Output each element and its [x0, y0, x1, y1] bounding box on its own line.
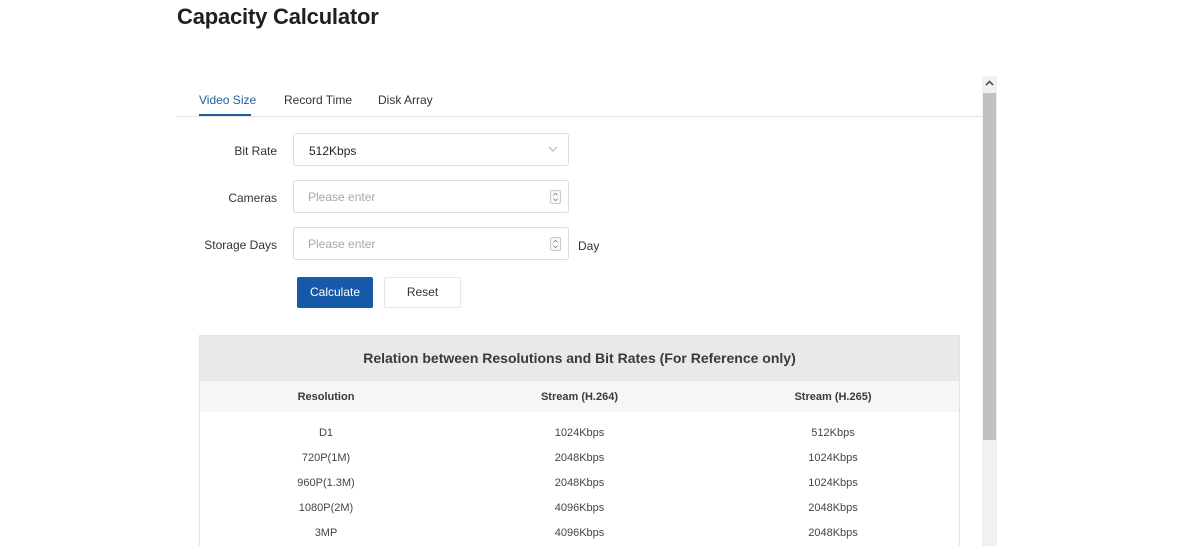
cameras-field: [293, 180, 569, 213]
resolution-cell: 3MP: [314, 527, 338, 539]
active-tab-indicator: [199, 114, 251, 116]
reference-table-header: Resolution Stream (H.264) Stream (H.265): [200, 381, 959, 412]
bit-rate-label: Bit Rate: [234, 144, 277, 158]
bit-rate-value: 512Kbps: [309, 144, 357, 158]
storage-days-label: Storage Days: [204, 238, 277, 252]
table-row: 960P(1.3M) 2048Kbps 1024Kbps: [200, 472, 959, 497]
scrollbar-thumb[interactable]: [983, 93, 996, 440]
h265-cell: 2048Kbps: [808, 502, 858, 514]
h265-cell: 512Kbps: [811, 427, 855, 439]
column-header-resolution: Resolution: [297, 391, 355, 403]
h265-cell: 1024Kbps: [808, 477, 858, 489]
stepper-icon[interactable]: [550, 237, 561, 251]
h264-cell: 4096Kbps: [554, 527, 605, 539]
h265-cell: 2048Kbps: [808, 527, 858, 539]
reference-table-title: Relation between Resolutions and Bit Rat…: [200, 336, 959, 381]
h264-cell: 1024Kbps: [554, 427, 605, 439]
resolution-cell: 1080P(2M): [298, 502, 354, 514]
table-row: D1 1024Kbps 512Kbps: [200, 422, 959, 447]
bit-rate-select[interactable]: 512Kbps: [293, 133, 569, 166]
table-row: 1080P(2M) 4096Kbps 2048Kbps: [200, 497, 959, 522]
calculate-button[interactable]: Calculate: [297, 277, 373, 308]
storage-days-input[interactable]: [308, 236, 538, 252]
capacity-calculator-page: Capacity Calculator Video Size Record Ti…: [0, 0, 1200, 546]
table-row: 3MP 4096Kbps 2048Kbps: [200, 522, 959, 546]
storage-days-unit: Day: [578, 239, 600, 253]
tab-bar: Video Size Record Time Disk Array: [176, 76, 982, 117]
column-header-h264: Stream (H.264): [540, 391, 619, 403]
resolution-cell: 960P(1.3M): [297, 477, 355, 489]
storage-days-field: [293, 227, 569, 260]
h264-cell: 4096Kbps: [554, 502, 605, 514]
tab-disk-array[interactable]: Disk Array: [378, 93, 433, 107]
resolution-cell: D1: [318, 427, 334, 439]
calculator-panel: Video Size Record Time Disk Array Bit Ra…: [176, 76, 997, 546]
stepper-icon[interactable]: [550, 190, 561, 204]
h264-cell: 2048Kbps: [554, 452, 605, 464]
chevron-down-icon: [548, 146, 558, 152]
resolution-cell: 720P(1M): [301, 452, 351, 464]
vertical-scrollbar[interactable]: [982, 76, 997, 546]
table-row: 720P(1M) 2048Kbps 1024Kbps: [200, 447, 959, 472]
cameras-input[interactable]: [308, 189, 538, 205]
tab-record-time[interactable]: Record Time: [284, 93, 352, 107]
h264-cell: 2048Kbps: [554, 477, 605, 489]
column-header-h265: Stream (H.265): [794, 391, 872, 403]
reference-table: Relation between Resolutions and Bit Rat…: [199, 335, 960, 546]
reset-button[interactable]: Reset: [384, 277, 461, 308]
h265-cell: 1024Kbps: [808, 452, 858, 464]
page-title: Capacity Calculator: [177, 4, 379, 29]
tab-video-size[interactable]: Video Size: [199, 93, 256, 107]
cameras-label: Cameras: [228, 191, 277, 205]
chevron-up-icon[interactable]: [982, 76, 997, 91]
